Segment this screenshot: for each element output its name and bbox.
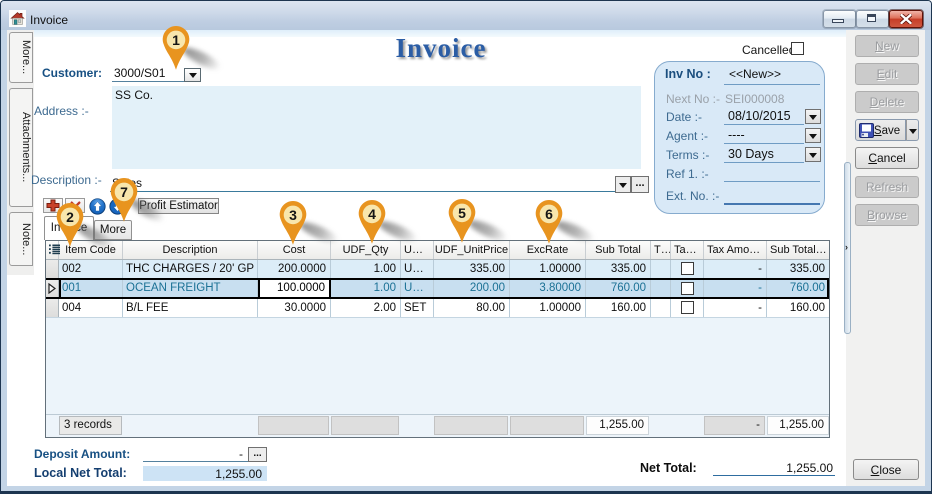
- svg-text:2: 2: [66, 209, 74, 225]
- svg-text:1: 1: [172, 32, 180, 48]
- svg-text:7: 7: [120, 184, 128, 200]
- svg-text:4: 4: [368, 206, 376, 222]
- svg-text:6: 6: [545, 206, 553, 222]
- svg-text:5: 5: [458, 205, 466, 221]
- svg-text:3: 3: [289, 207, 297, 223]
